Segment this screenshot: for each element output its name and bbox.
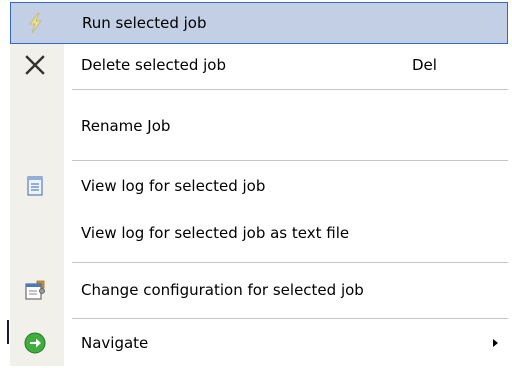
- menu-item-label: View log for selected job as text file: [81, 224, 350, 242]
- menu-item-navigate[interactable]: Navigate: [10, 320, 508, 366]
- menu-separator: [72, 160, 508, 161]
- menu-item-view-log[interactable]: View log for selected job: [10, 163, 508, 209]
- menu-item-label: Delete selected job: [81, 56, 227, 74]
- submenu-arrow-icon: [493, 339, 498, 347]
- menu-item-label: Rename Job: [81, 117, 171, 135]
- menu-item-label: Run selected job: [82, 14, 207, 32]
- menu-item-change-configuration[interactable]: Change configuration for selected job: [10, 264, 508, 316]
- menu-separator: [72, 262, 508, 263]
- configuration-icon: [23, 278, 47, 302]
- menu-separator: [72, 89, 508, 90]
- menu-item-label: Change configuration for selected job: [81, 281, 364, 299]
- delete-x-icon: [23, 53, 47, 77]
- menu-item-view-log-as-text-file[interactable]: View log for selected job as text file: [10, 209, 508, 257]
- shortcut-label: Del: [412, 56, 437, 74]
- lightning-icon: [24, 11, 48, 35]
- log-document-icon: [23, 174, 47, 198]
- context-menu: Run selected job Delete selected job Del…: [10, 2, 508, 366]
- menu-item-rename-job[interactable]: Rename Job: [10, 91, 508, 161]
- menu-separator: [72, 318, 508, 319]
- green-arrow-icon: [23, 331, 47, 355]
- menu-item-label: View log for selected job: [81, 177, 266, 195]
- menu-item-delete-selected-job[interactable]: Delete selected job Del: [10, 44, 508, 86]
- window-edge-mark: [7, 320, 9, 344]
- menu-item-run-selected-job[interactable]: Run selected job: [10, 2, 508, 44]
- menu-item-label: Navigate: [81, 334, 149, 352]
